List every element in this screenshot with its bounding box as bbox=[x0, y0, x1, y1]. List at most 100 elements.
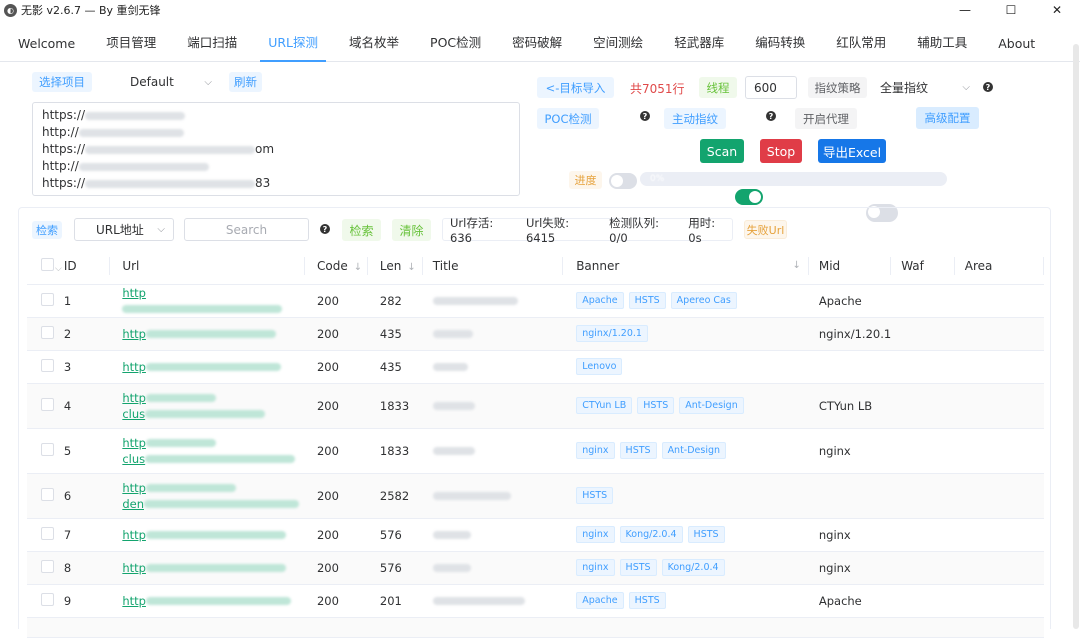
tab-5[interactable]: POC检测 bbox=[430, 32, 481, 61]
col-banner[interactable]: Banner ↓ bbox=[563, 248, 809, 285]
row-checkbox[interactable] bbox=[41, 325, 54, 339]
row-checkbox[interactable] bbox=[41, 592, 54, 606]
tab-9[interactable]: 编码转换 bbox=[755, 32, 805, 61]
row-checkbox[interactable] bbox=[41, 397, 54, 411]
search-input[interactable]: Search bbox=[184, 218, 309, 241]
maximize-icon[interactable]: ☐ bbox=[988, 0, 1034, 20]
row-url-link[interactable]: http den bbox=[110, 473, 305, 519]
table-row[interactable]: 5 http clus 200 1833 nginx HSTS Ant-Design nginx bbox=[27, 428, 1044, 474]
row-url-link[interactable]: http bbox=[110, 584, 305, 618]
enable-proxy-label: 开启代理 bbox=[795, 108, 857, 129]
row-id: 2 bbox=[63, 317, 111, 351]
row-checkbox[interactable] bbox=[41, 526, 54, 540]
table-row[interactable]: 1 http 200 282 Apache HSTS Apereo Cas Apache bbox=[27, 284, 1044, 318]
table-row[interactable] bbox=[27, 617, 1044, 638]
row-banner: Apache HSTS bbox=[563, 584, 809, 618]
row-banner: nginx Kong/2.0.4 HSTS bbox=[563, 518, 809, 552]
scan-button[interactable]: Scan bbox=[700, 139, 744, 163]
col-len[interactable]: Len ↓ bbox=[367, 248, 423, 285]
row-len: 1833 bbox=[367, 428, 423, 474]
table-row[interactable]: 7 http 200 576 nginx Kong/2.0.4 HSTS nginx bbox=[27, 518, 1044, 552]
target-line: https://83 bbox=[42, 176, 271, 190]
table-row[interactable]: 3 http 200 435 Lenovo bbox=[27, 350, 1044, 384]
help-icon[interactable]: ? bbox=[983, 82, 993, 92]
line-count: 共7051行 bbox=[630, 82, 685, 96]
failed-url-button[interactable]: 失败Url bbox=[744, 220, 787, 239]
row-url-link[interactable]: http clus bbox=[110, 428, 305, 474]
stat-failed: Url失败: 6415 bbox=[525, 215, 570, 245]
clear-button[interactable]: 清除 bbox=[392, 219, 431, 241]
row-title bbox=[422, 518, 564, 552]
table-row[interactable]: 4 http clus 200 1833 CTYun LB HSTS Ant-Design CT… bbox=[27, 383, 1044, 429]
select-all-checkbox[interactable] bbox=[41, 257, 54, 271]
row-checkbox[interactable] bbox=[41, 559, 54, 573]
select-project-button[interactable]: 选择项目 bbox=[32, 72, 92, 92]
search-tag: 检索 bbox=[32, 221, 62, 239]
tab-10[interactable]: 红队常用 bbox=[836, 32, 886, 61]
row-waf bbox=[891, 317, 955, 351]
minimize-icon[interactable]: — bbox=[942, 0, 988, 20]
stop-button[interactable]: Stop bbox=[760, 139, 802, 163]
fingerprint-strategy-select[interactable]: 全量指纹 ⌵ bbox=[872, 76, 978, 99]
search-button[interactable]: 检索 bbox=[342, 219, 381, 241]
row-url-link[interactable]: http bbox=[110, 350, 305, 384]
search-field-select[interactable]: URL地址 ⌵ bbox=[74, 218, 174, 241]
main-tabs: Welcome 项目管理 端口扫描 URL探测 域名枚举 POC检测 密码破解 空间测绘 轻武器… bbox=[0, 20, 1080, 62]
page-scrollbar[interactable] bbox=[1073, 44, 1079, 629]
row-url-link[interactable]: http bbox=[110, 317, 305, 351]
stat-queue: 检测队列: 0/0 bbox=[609, 215, 660, 245]
table-row[interactable]: 9 http 200 201 Apache HSTS Apache bbox=[27, 584, 1044, 618]
import-targets-button[interactable]: <-目标导入 bbox=[537, 77, 614, 98]
sort-icon[interactable]: ↓ bbox=[354, 262, 362, 273]
tab-0[interactable]: Welcome bbox=[18, 36, 75, 61]
row-checkbox[interactable] bbox=[41, 358, 54, 372]
tab-3[interactable]: URL探测 bbox=[260, 32, 326, 62]
table-row[interactable]: 8 http 200 576 nginx HSTS Kong/2.0.4 nginx bbox=[27, 551, 1044, 585]
tab-4[interactable]: 域名枚举 bbox=[349, 32, 399, 61]
project-select[interactable]: Default ⌵ bbox=[96, 71, 218, 93]
help-icon[interactable]: ? bbox=[320, 224, 330, 234]
row-title bbox=[422, 284, 564, 318]
fingerprint-strategy-value: 全量指纹 bbox=[880, 81, 929, 95]
target-textarea[interactable]: https:// http:// https://om http:// http… bbox=[32, 102, 520, 196]
active-fingerprint-switch[interactable] bbox=[735, 189, 763, 205]
advanced-config-button[interactable]: 高级配置 bbox=[916, 107, 979, 129]
col-code[interactable]: Code ↓ bbox=[304, 248, 368, 285]
row-code: 200 bbox=[304, 284, 368, 318]
banner-tag: HSTS bbox=[628, 292, 666, 309]
row-code: 200 bbox=[304, 383, 368, 429]
refresh-button[interactable]: 刷新 bbox=[229, 72, 262, 92]
tab-1[interactable]: 项目管理 bbox=[106, 32, 156, 61]
banner-tag: Kong/2.0.4 bbox=[619, 526, 683, 543]
tab-6[interactable]: 密码破解 bbox=[512, 32, 562, 61]
help-icon[interactable]: ? bbox=[766, 111, 776, 121]
tab-11[interactable]: 辅助工具 bbox=[917, 32, 967, 61]
sort-icon[interactable]: ↓ bbox=[792, 260, 800, 271]
row-checkbox[interactable] bbox=[41, 442, 54, 456]
export-excel-button[interactable]: 导出Excel bbox=[818, 139, 886, 163]
row-title bbox=[422, 584, 564, 618]
row-checkbox[interactable] bbox=[41, 292, 54, 306]
help-icon[interactable]: ? bbox=[640, 111, 650, 121]
table-row[interactable]: 2 http 200 435 nginx/1.20.1 nginx/1.20.1 bbox=[27, 317, 1044, 351]
table-row[interactable]: 6 http den 200 2582 HSTS bbox=[27, 473, 1044, 519]
close-icon[interactable]: ✕ bbox=[1034, 0, 1080, 20]
row-url-link[interactable]: http bbox=[110, 518, 305, 552]
threads-input[interactable]: 600 bbox=[745, 76, 797, 99]
row-url-link[interactable]: http clus bbox=[110, 383, 305, 429]
results-table: ⌵ ID Url Code ↓ Len ↓ Title Banner ↓ Mid Wa… bbox=[27, 248, 1044, 638]
col-id: ID bbox=[63, 248, 111, 285]
row-url-link[interactable]: http bbox=[110, 284, 305, 318]
tab-2[interactable]: 端口扫描 bbox=[187, 32, 237, 61]
sort-icon[interactable]: ↓ bbox=[407, 262, 415, 273]
chevron-down-icon: ⌵ bbox=[55, 263, 62, 274]
row-code: 200 bbox=[304, 584, 368, 618]
row-checkbox[interactable] bbox=[41, 487, 54, 501]
row-banner: CTYun LB HSTS Ant-Design bbox=[563, 383, 809, 429]
row-code: 200 bbox=[304, 350, 368, 384]
tab-12[interactable]: About bbox=[998, 36, 1035, 61]
tab-8[interactable]: 轻武器库 bbox=[674, 32, 724, 61]
poc-detect-switch[interactable] bbox=[609, 173, 637, 189]
row-url-link[interactable]: http bbox=[110, 551, 305, 585]
tab-7[interactable]: 空间测绘 bbox=[593, 32, 643, 61]
